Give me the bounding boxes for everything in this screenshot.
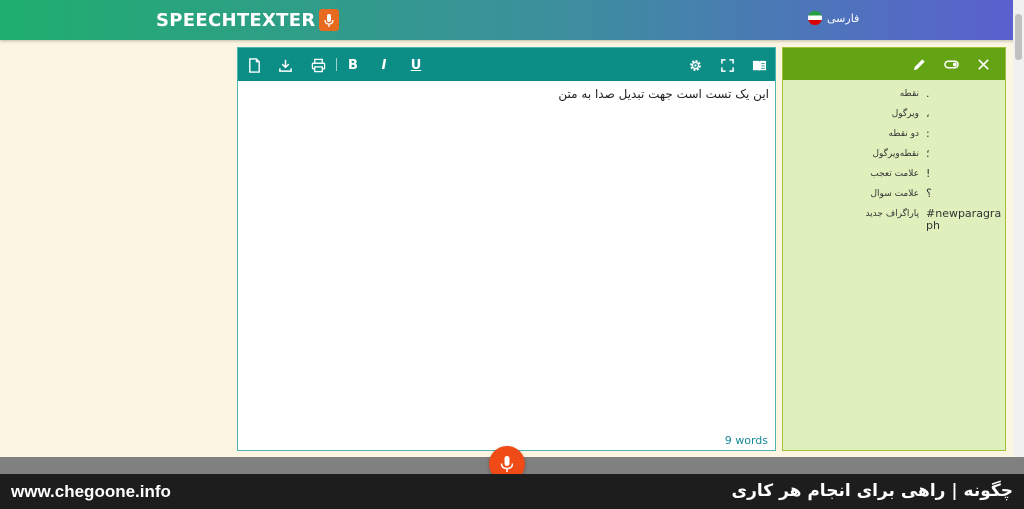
punctuation-item[interactable]: نقطه . (783, 87, 1007, 107)
page-scrollbar[interactable] (1013, 0, 1024, 458)
iran-flag-icon (808, 11, 822, 25)
word-count: 9 words (724, 434, 768, 447)
microphone-icon (500, 456, 514, 472)
punctuation-name: نقطه (899, 89, 919, 99)
italic-button[interactable]: I (375, 56, 393, 74)
edit-pencil-icon[interactable] (911, 56, 927, 72)
punctuation-name: ویرگول (891, 109, 919, 119)
punctuation-symbol: ؟ (926, 187, 932, 200)
punctuation-symbol: ؛ (926, 147, 930, 160)
bold-button[interactable]: B (344, 56, 362, 74)
editor-toolbar: B I U (238, 48, 775, 81)
watermark-url: www.chegoone.info (11, 482, 171, 501)
punctuation-name: دو نقطه (888, 129, 919, 139)
punctuation-symbol: ، (926, 107, 930, 120)
download-icon[interactable] (276, 56, 294, 74)
punctuation-symbol: . (926, 87, 930, 100)
app-logo[interactable]: SPEECHTEXTER (156, 8, 339, 32)
punctuation-item[interactable]: نقطه‌ویرگول ؛ (783, 147, 1007, 167)
punctuation-panel: نقطه . ویرگول ، دو نقطه : نقطه‌ویرگول ؛ … (782, 47, 1006, 451)
close-icon[interactable] (975, 56, 991, 72)
punctuation-name: علامت سوال (870, 189, 920, 199)
new-document-icon[interactable] (245, 56, 263, 74)
punctuation-symbol: : (926, 127, 930, 140)
scrollbar-thumb[interactable] (1015, 14, 1022, 60)
punctuation-item[interactable]: علامت تعجب ! (783, 167, 1007, 187)
text-editor: B I U این یک تست است جهت تبدیل صدا به مت… (237, 47, 776, 451)
print-icon[interactable] (309, 56, 327, 74)
watermark-tagline: چگونه | راهی برای انجام هر کاری (731, 481, 1013, 501)
fullscreen-icon[interactable] (718, 56, 736, 74)
app-header: SPEECHTEXTER فارسی (0, 0, 1024, 40)
punctuation-item[interactable]: علامت سوال ؟ (783, 187, 1007, 207)
punctuation-item[interactable]: ویرگول ، (783, 107, 1007, 127)
editor-text-content[interactable]: این یک تست است جهت تبدیل صدا به متن (558, 87, 769, 101)
punctuation-name: علامت تعجب (870, 169, 919, 179)
punctuation-name: پاراگراف جدید (865, 209, 919, 219)
language-label: فارسی (827, 11, 860, 25)
logo-mic-icon (318, 9, 339, 31)
watermark-banner: www.chegoone.info چگونه | راهی برای انجا… (0, 474, 1024, 509)
reading-mode-book-icon[interactable] (750, 56, 768, 74)
punctuation-item[interactable]: پاراگراف جدید #newparagraph (783, 207, 1007, 237)
logo-text: SPEECHTEXTER (156, 9, 316, 31)
punctuation-symbol: #newparagraph (926, 207, 1002, 232)
punctuation-item[interactable]: دو نقطه : (783, 127, 1007, 147)
toggle-icon[interactable] (943, 56, 959, 72)
punctuation-name: نقطه‌ویرگول (872, 149, 919, 159)
panel-toolbar (783, 48, 1005, 80)
punctuation-symbol: ! (926, 167, 931, 180)
toolbar-separator (336, 58, 337, 71)
language-selector[interactable]: فارسی (808, 11, 859, 25)
underline-button[interactable]: U (407, 56, 425, 74)
settings-gear-icon[interactable] (686, 56, 704, 74)
